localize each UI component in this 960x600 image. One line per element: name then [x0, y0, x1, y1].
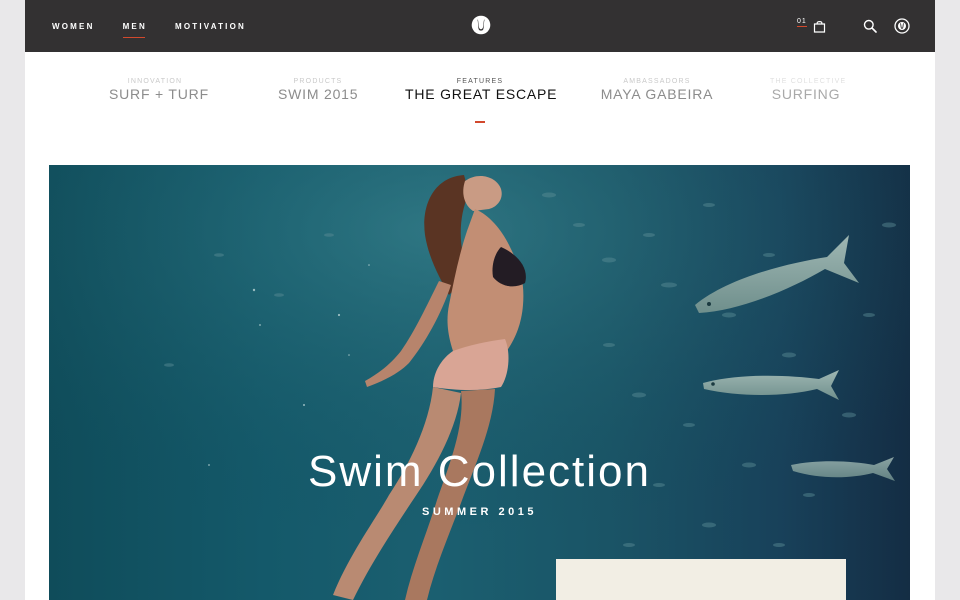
- hero-banner[interactable]: Swim Collection SUMMER 2015: [49, 165, 910, 600]
- tab-swim-2015[interactable]: PRODUCTS SWIM 2015: [278, 78, 358, 102]
- search-icon[interactable]: [861, 17, 879, 35]
- main-nav: WOMEN MEN MOTIVATION: [52, 0, 274, 52]
- cart-count: 01: [797, 18, 807, 27]
- shopping-bag-icon: [813, 20, 826, 38]
- tab-title: SURFING: [771, 86, 841, 102]
- tab-maya-gabeira[interactable]: AMBASSADORS MAYA GABEIRA: [599, 78, 715, 102]
- nav-link-motivation[interactable]: MOTIVATION: [175, 22, 246, 31]
- nav-link-women[interactable]: WOMEN: [52, 22, 95, 31]
- page: WOMEN MEN MOTIVATION 01 INNOVATION SURF …: [25, 0, 935, 600]
- tab-category: PRODUCTS: [293, 78, 343, 85]
- utility-nav: 01: [797, 0, 911, 52]
- tab-category: THE COLLECTIVE: [770, 78, 847, 85]
- tab-surfing[interactable]: THE COLLECTIVE SURFING: [770, 78, 847, 102]
- tab-surf-turf[interactable]: INNOVATION SURF + TURF: [109, 78, 209, 102]
- feature-tabs: INNOVATION SURF + TURF PRODUCTS SWIM 201…: [25, 78, 935, 128]
- hero-content-card[interactable]: [556, 559, 846, 600]
- underwater-swimmer-image: [49, 165, 910, 600]
- tab-title: SURF + TURF: [109, 86, 209, 102]
- active-tab-indicator: [475, 121, 485, 123]
- account-icon[interactable]: [893, 17, 911, 35]
- cart-button[interactable]: 01: [797, 16, 831, 36]
- hero-title: Swim Collection: [308, 447, 651, 496]
- tab-title: SWIM 2015: [278, 86, 359, 102]
- lululemon-logo-icon[interactable]: [471, 15, 491, 35]
- tab-title: MAYA GABEIRA: [600, 86, 714, 102]
- top-nav-bar: WOMEN MEN MOTIVATION 01: [25, 0, 935, 52]
- hero-subtitle: SUMMER 2015: [422, 506, 537, 518]
- tab-category: AMBASSADORS: [623, 78, 691, 85]
- tab-the-great-escape[interactable]: FEATURES THE GREAT ESCAPE: [405, 78, 558, 102]
- tab-title: THE GREAT ESCAPE: [405, 86, 558, 102]
- tab-category: FEATURES: [456, 78, 504, 85]
- nav-link-men[interactable]: MEN: [122, 22, 147, 38]
- tab-category: INNOVATION: [127, 78, 183, 85]
